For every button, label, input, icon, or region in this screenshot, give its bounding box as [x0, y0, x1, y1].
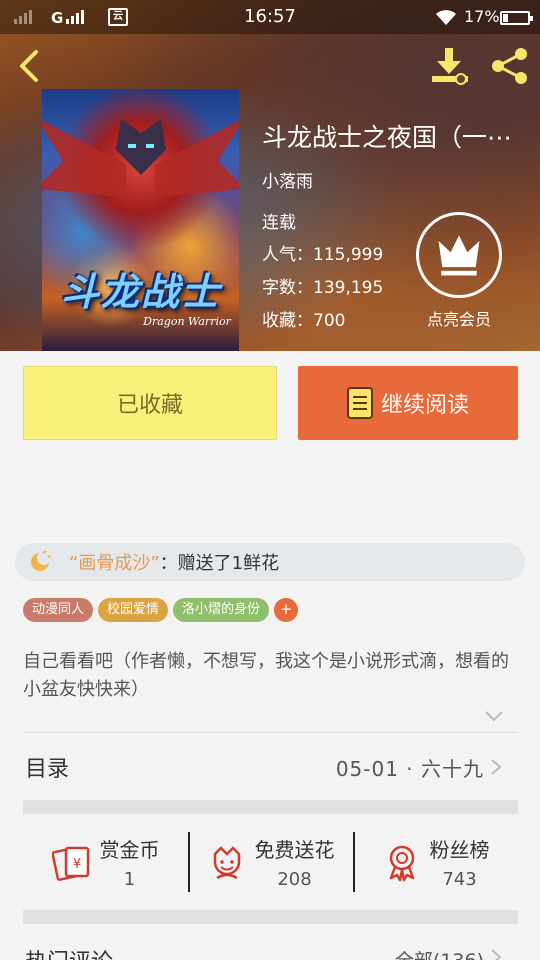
- author-name[interactable]: 小落雨: [262, 167, 313, 192]
- chevron-right-icon: [491, 759, 502, 775]
- download-icon[interactable]: [428, 46, 472, 86]
- tag[interactable]: 洛小熠的身份: [173, 598, 270, 622]
- tag[interactable]: 校园爱情: [98, 598, 169, 622]
- red-envelope-icon: ¥: [51, 846, 89, 881]
- tag[interactable]: 动漫同人: [23, 598, 94, 622]
- gift-notice[interactable]: “画骨成沙” ：赠送了1鲜花: [15, 543, 525, 581]
- continue-reading-button[interactable]: 继续阅读: [298, 366, 518, 440]
- medal-icon: [389, 845, 414, 882]
- book-icon: [346, 387, 373, 419]
- add-tag-button[interactable]: +: [274, 598, 299, 622]
- stat-label: 赏金币: [99, 838, 160, 862]
- cover-subtitle: Dragon Warrior: [143, 315, 231, 328]
- hot-comments-title: 热门评论: [25, 944, 113, 960]
- cover-art: [146, 144, 154, 148]
- favorited-label: 已收藏: [116, 393, 183, 418]
- word-count: 字数：139,195: [262, 278, 384, 298]
- fan-ranking-item[interactable]: 粉丝榜 743: [353, 828, 518, 896]
- book-cover[interactable]: 斗龙战士 Dragon Warrior: [42, 89, 239, 351]
- serial-status: 连载: [262, 213, 296, 233]
- favorite-count: 收藏：700: [262, 311, 346, 331]
- continue-reading-label: 继续阅读: [380, 393, 469, 418]
- book-description: 自己看看吧（作者懒，不想写，我这个是小说形式滴，想看的小盆友快快来）: [23, 651, 509, 700]
- free-flower-item[interactable]: 免费送花 208: [188, 828, 353, 896]
- battery-percent: 17%: [464, 7, 500, 26]
- stats-row: ¥ 赏金币 1 免费送花 208 粉丝榜 743: [23, 828, 518, 896]
- chevron-down-icon[interactable]: [483, 708, 505, 724]
- svg-text:¥: ¥: [72, 857, 80, 872]
- stat-value: 743: [442, 869, 477, 890]
- stat-value: 1: [123, 869, 136, 890]
- flower-icon: [213, 846, 240, 880]
- crown-icon: [438, 235, 480, 276]
- vip-crown-button[interactable]: [416, 212, 502, 298]
- cover-art: [42, 117, 126, 197]
- reward-coins-item[interactable]: ¥ 赏金币 1: [23, 828, 188, 896]
- popularity: 人气：115,999: [262, 245, 384, 265]
- stat-label: 粉丝榜: [429, 838, 490, 862]
- section-separator: [23, 800, 518, 814]
- gift-text: ：赠送了1鲜花: [159, 553, 280, 574]
- latest-chapter: 05-01 · 六十九: [335, 757, 484, 781]
- stat-value: 208: [277, 869, 312, 890]
- back-icon[interactable]: [14, 48, 46, 84]
- catalog-label: 目录: [25, 757, 70, 782]
- gift-sender[interactable]: “画骨成沙”: [69, 549, 160, 575]
- cover-art: [128, 144, 136, 148]
- tag-list: 动漫同人 校园爱情 洛小熠的身份 +: [23, 598, 299, 622]
- cover-art: [155, 117, 239, 197]
- share-icon[interactable]: [488, 46, 532, 86]
- cover-title: 斗龙战士: [60, 269, 221, 314]
- book-title: 斗龙战士之夜国（一⋯: [262, 123, 513, 152]
- all-comments-link[interactable]: 全部(136): [395, 946, 484, 960]
- moon-icon: [31, 551, 51, 571]
- section-separator: [23, 910, 518, 924]
- vip-label[interactable]: 点亮会员: [410, 306, 508, 330]
- clock: 16:57: [244, 6, 296, 27]
- book-detail-page: G 云 16:57 17% 斗龙战士 Dragon Warrior 斗龙战士之夜…: [0, 0, 540, 960]
- wifi-icon: [436, 10, 456, 25]
- stat-label: 免费送花: [254, 838, 335, 862]
- favorited-button[interactable]: 已收藏: [23, 366, 277, 440]
- chevron-right-icon: [491, 949, 502, 960]
- hot-comments-header[interactable]: 热门评论 全部(136): [23, 938, 518, 960]
- status-bar: G 云 16:57 17%: [0, 0, 540, 34]
- battery-icon: [500, 11, 533, 25]
- catalog-row[interactable]: 目录 05-01 · 六十九: [23, 733, 518, 799]
